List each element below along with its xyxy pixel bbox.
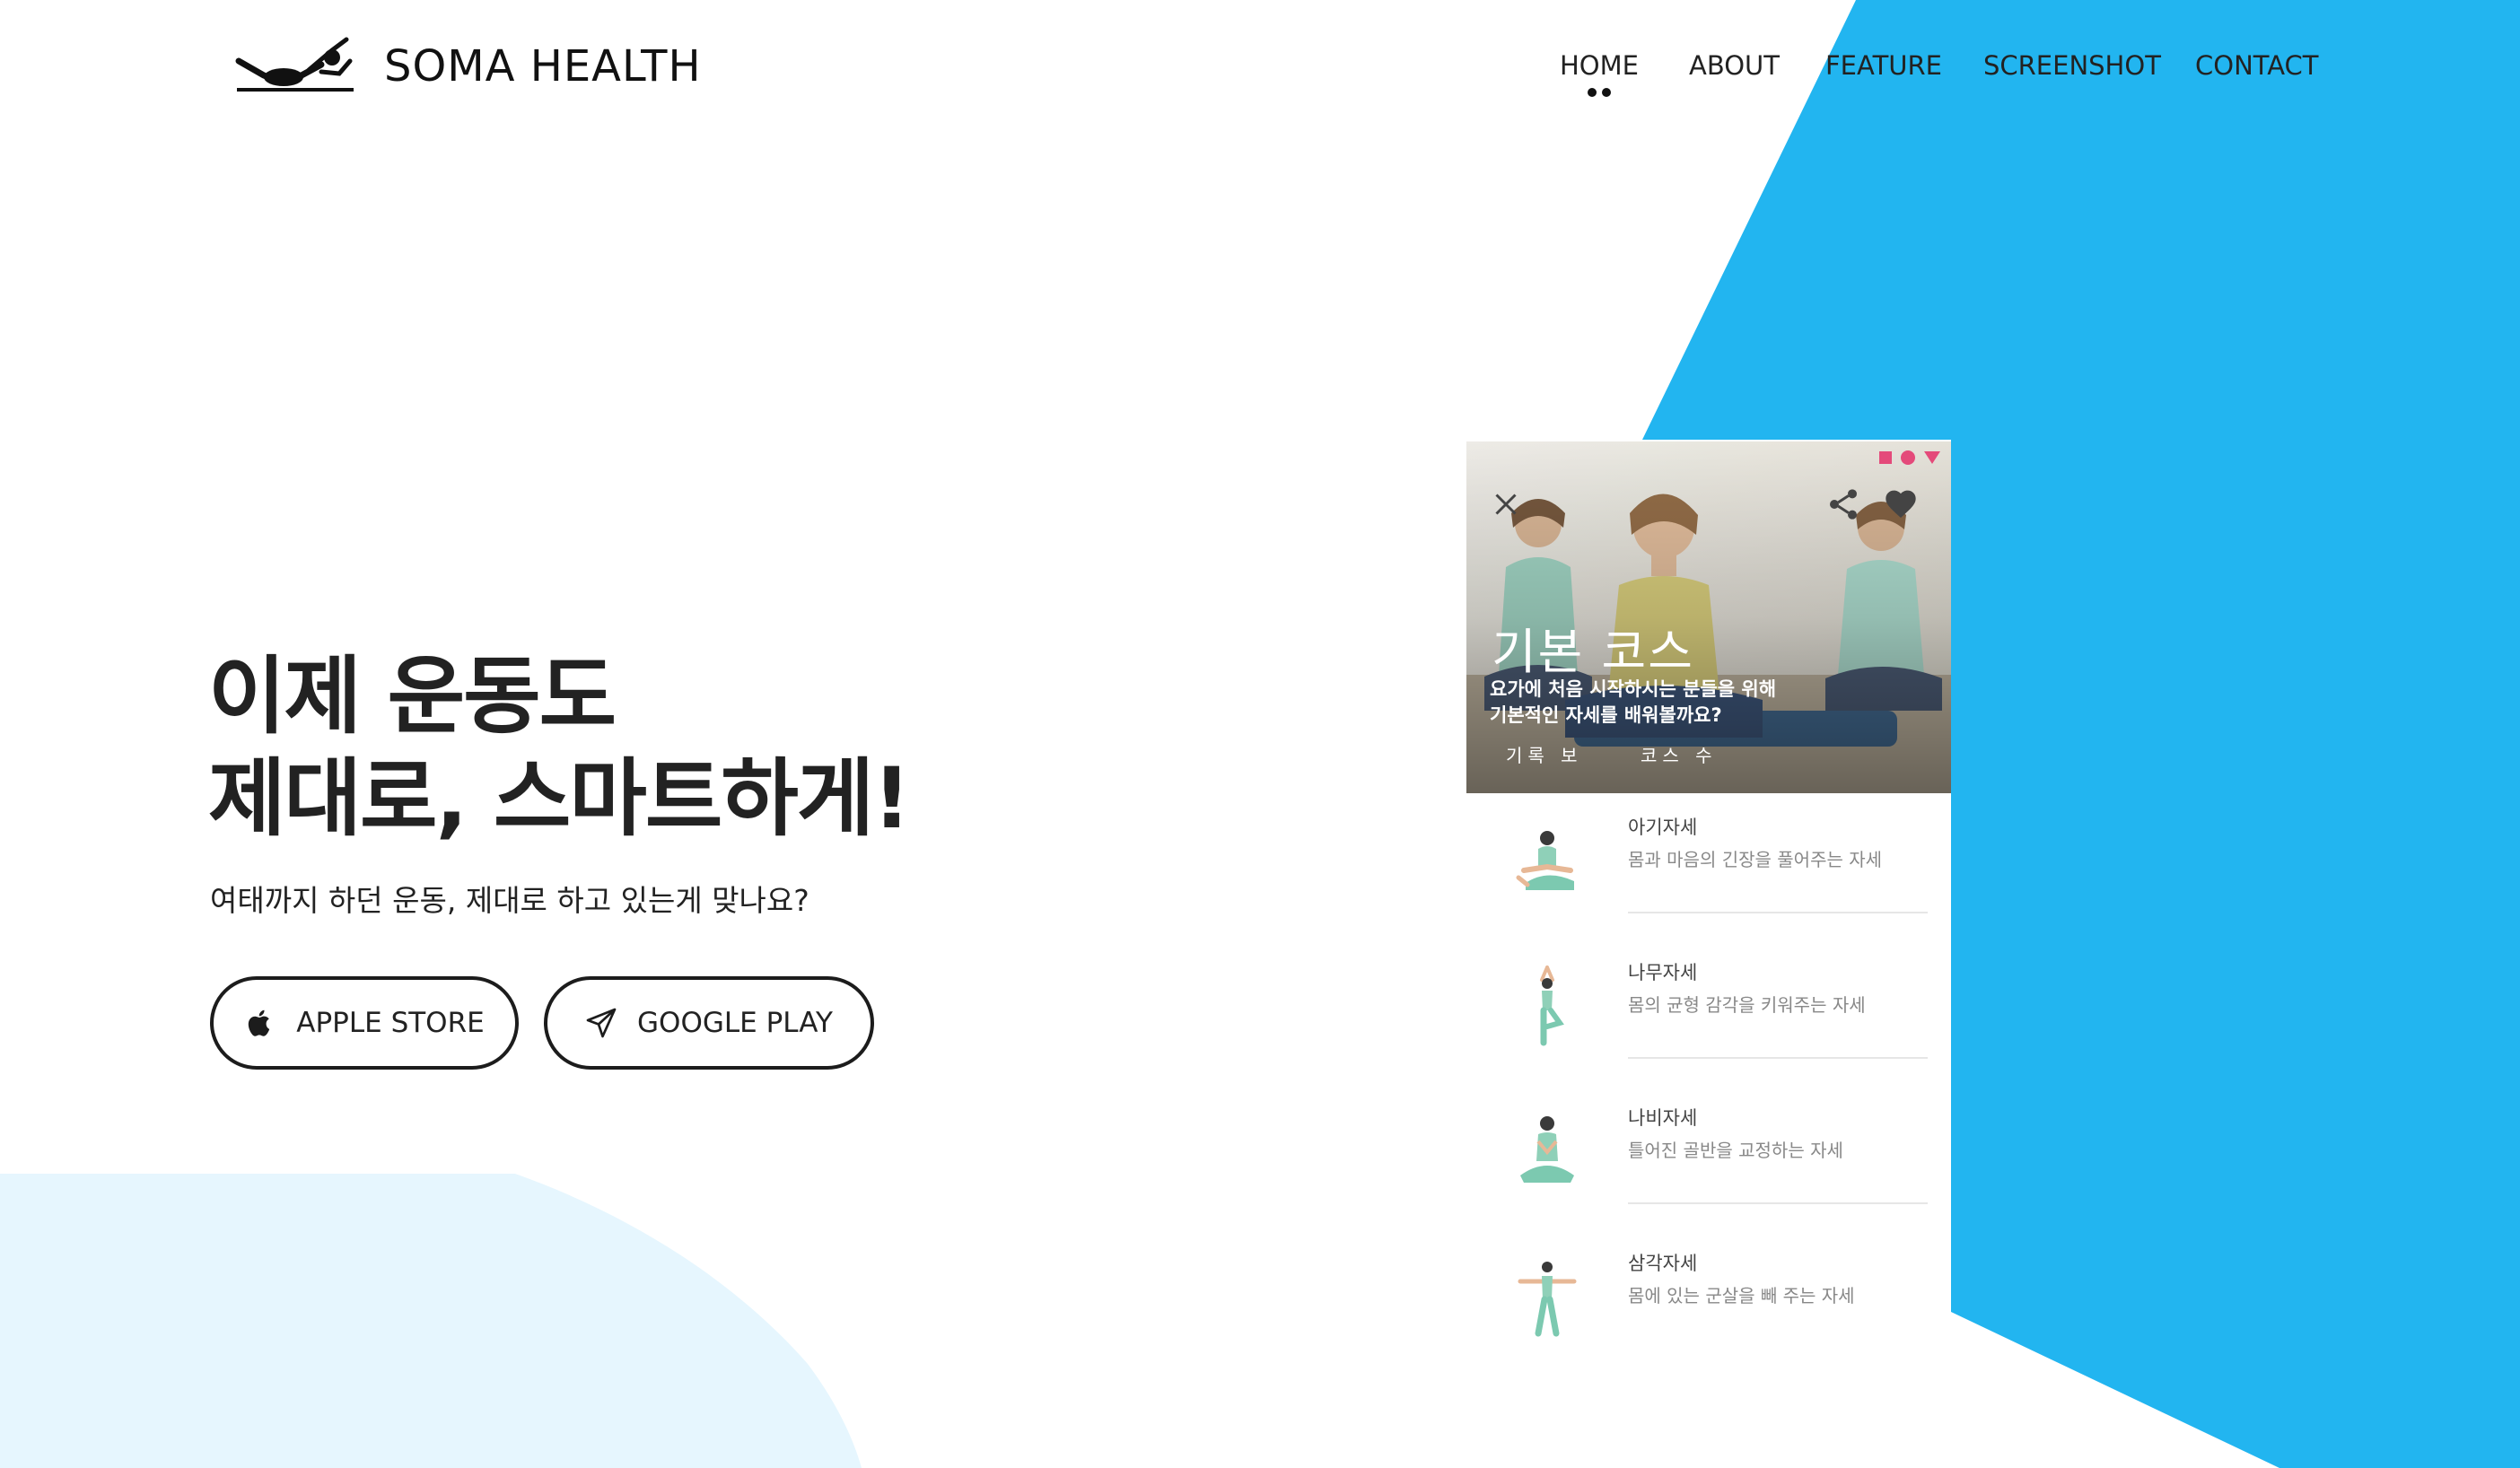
course-title: 기본 코스 (1492, 624, 1694, 680)
nav-item-label: ABOUT (1689, 50, 1780, 81)
triangle-pose-icon (1518, 1262, 1577, 1337)
app-screenshot: 기본 코스 요가에 처음 시작하시는 분들을 위해 기본적인 자세를 배워볼까요… (1466, 441, 1951, 1375)
nav-item-feature[interactable]: FEATURE (1825, 50, 1942, 81)
divider (1628, 912, 1928, 913)
child-pose-icon (1516, 831, 1574, 890)
nav-item-label: FEATURE (1825, 50, 1943, 81)
pose-name: 삼각자세 (1628, 1253, 1698, 1274)
hero-title: 이제 운동도 제대로, 스마트하게! (208, 646, 911, 851)
hero-title-line-1: 이제 운동도 (208, 648, 617, 746)
nav-item-label: HOME (1560, 50, 1639, 81)
hero-subtitle: 여태까지 하던 운동, 제대로 하고 있는게 맞나요? (210, 883, 809, 918)
divider (1628, 1202, 1928, 1204)
nav-item-label: CONTACT (2195, 50, 2319, 81)
list-item[interactable]: 아기자세 몸과 마음의 긴장을 풀어주는 자세 (1466, 793, 1951, 939)
site-header: SOMA HEALTH HOME ABOUT FEATURE SCREENSHO… (0, 0, 2520, 144)
pose-description: 틀어진 골반을 교정하는 자세 (1628, 1140, 1843, 1161)
list-item[interactable]: 나무자세 몸의 균형 감각을 키워주는 자세 (1466, 939, 1951, 1084)
stat-record: 기록 보 (1506, 745, 1583, 766)
active-indicator (1587, 88, 1611, 97)
google-play-button[interactable]: GOOGLE PLAY (544, 976, 874, 1070)
heart-icon[interactable] (1883, 486, 1919, 522)
pose-description: 몸에 있는 군살을 빼 주는 자세 (1628, 1285, 1855, 1306)
course-description: 요가에 처음 시작하시는 분들을 위해 기본적인 자세를 배워볼까요? (1490, 677, 1776, 729)
butterfly-pose-icon (1520, 1116, 1574, 1183)
stat-courses: 코스 수 (1641, 745, 1718, 766)
status-icons (1879, 450, 1940, 465)
pose-list: 아기자세 몸과 마음의 긴장을 풀어주는 자세 나무자세 몸의 균형 감각을 키… (1466, 793, 1951, 1375)
course-description-line-1: 요가에 처음 시작하시는 분들을 위해 (1490, 678, 1777, 700)
share-icon[interactable] (1825, 486, 1861, 522)
pose-description: 몸과 마음의 긴장을 풀어주는 자세 (1628, 849, 1883, 870)
hero-title-line-2: 제대로, 스마트하게! (208, 750, 911, 848)
list-item[interactable]: 나비자세 틀어진 골반을 교정하는 자세 (1466, 1084, 1951, 1229)
square-icon (1879, 451, 1892, 464)
nav-item-screenshot[interactable]: SCREENSHOT (1983, 50, 2161, 81)
paper-plane-icon (586, 1008, 617, 1038)
circle-icon (1901, 450, 1915, 465)
nav-item-label: SCREENSHOT (1983, 50, 2161, 81)
divider (1628, 1057, 1928, 1059)
nav-item-contact[interactable]: CONTACT (2195, 50, 2319, 81)
light-blue-wave-shape (0, 1174, 862, 1468)
course-description-line-2: 기본적인 자세를 배워볼까요? (1490, 704, 1722, 726)
course-header: 기본 코스 요가에 처음 시작하시는 분들을 위해 기본적인 자세를 배워볼까요… (1466, 441, 1951, 793)
triangle-icon (1924, 451, 1940, 464)
apple-store-button[interactable]: APPLE STORE (210, 976, 519, 1070)
pose-description: 몸의 균형 감각을 키워주는 자세 (1628, 994, 1866, 1016)
pose-name: 나비자세 (1628, 1107, 1698, 1129)
apple-icon (249, 1009, 270, 1036)
list-item[interactable]: 삼각자세 몸에 있는 군살을 빼 주는 자세 (1466, 1229, 1951, 1375)
close-icon[interactable] (1490, 488, 1522, 520)
pose-name: 나무자세 (1628, 962, 1698, 983)
tree-pose-icon (1540, 966, 1564, 1046)
nav-item-home[interactable]: HOME (1560, 50, 1639, 97)
apple-store-label: APPLE STORE (296, 1007, 485, 1039)
main-nav: HOME ABOUT FEATURE SCREENSHOT CONTACT (0, 50, 2520, 104)
pose-name: 아기자세 (1628, 817, 1698, 838)
google-play-label: GOOGLE PLAY (637, 1007, 833, 1039)
nav-item-about[interactable]: ABOUT (1689, 50, 1780, 81)
